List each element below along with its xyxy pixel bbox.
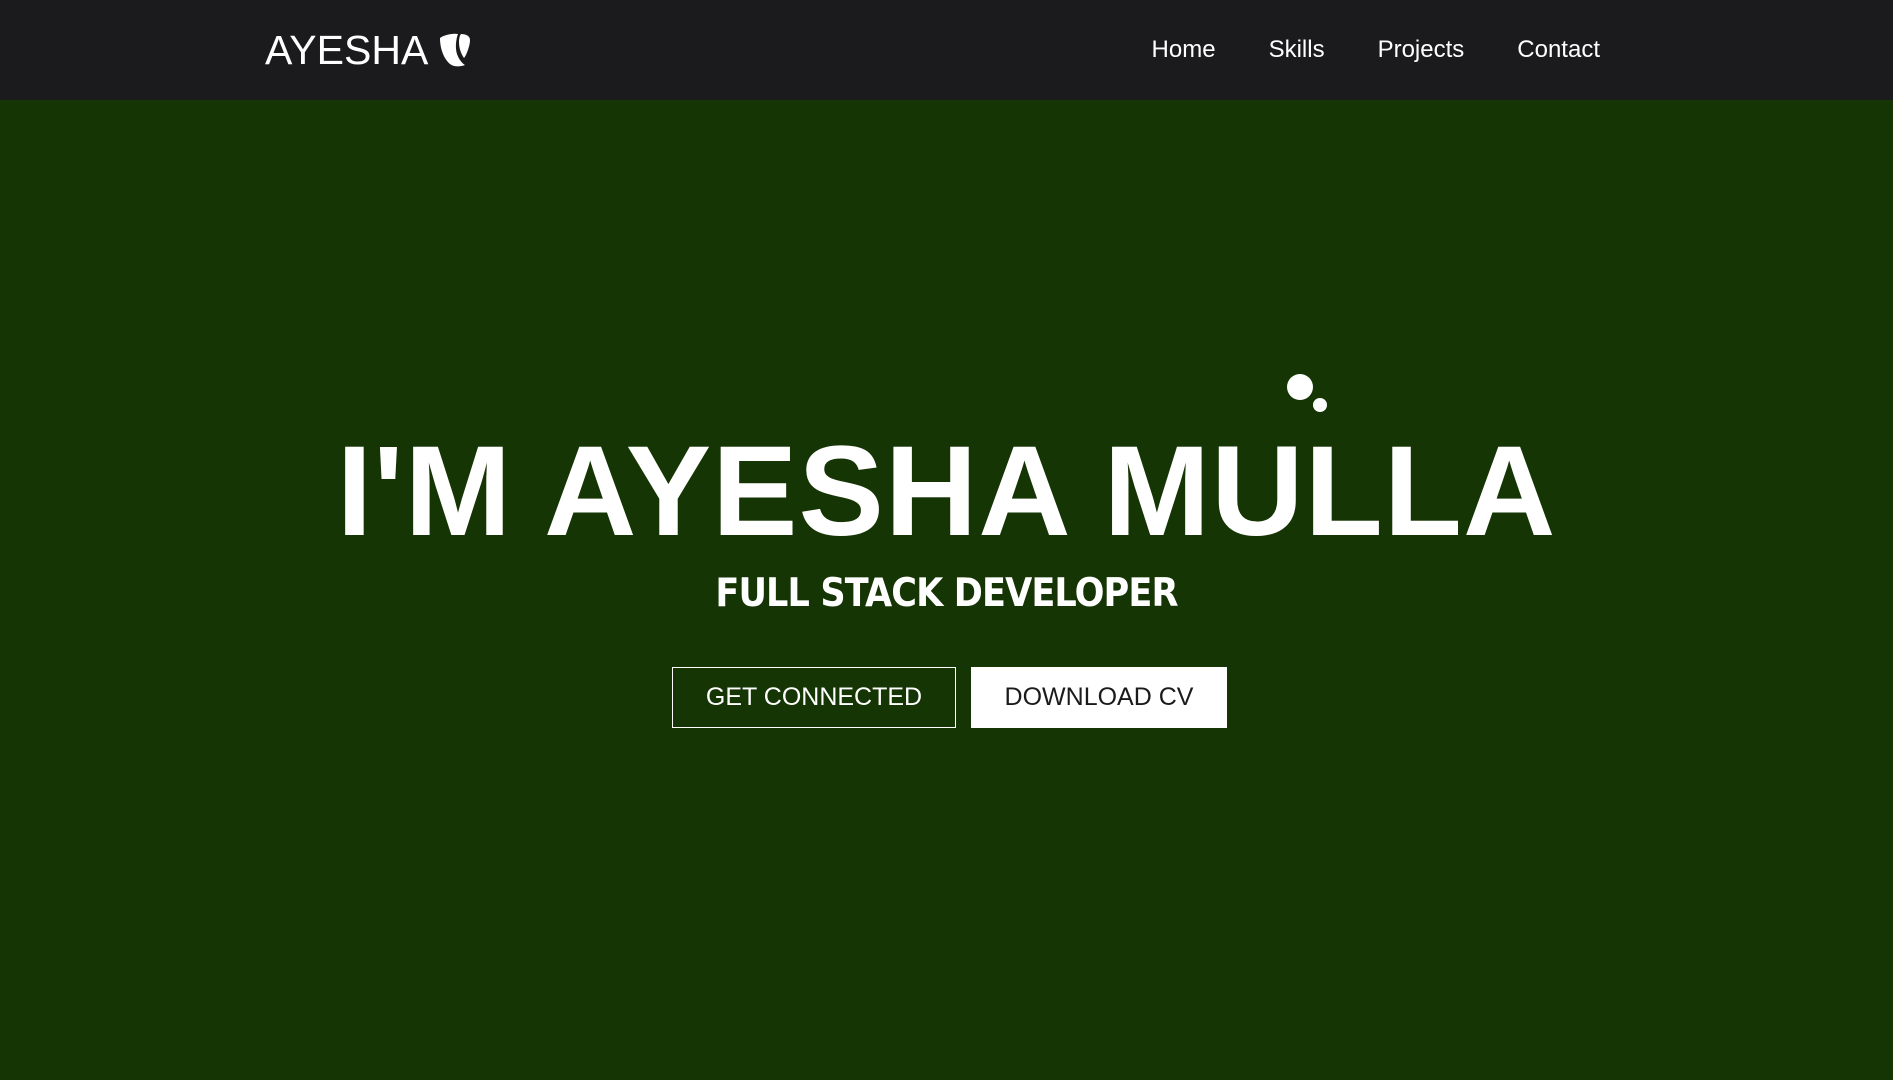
nav-link-home[interactable]: Home [1152, 38, 1216, 62]
download-cv-button[interactable]: DOWNLOAD CV [971, 667, 1227, 728]
nav-link-projects[interactable]: Projects [1378, 38, 1465, 62]
brand-logo-link[interactable]: AYESHA [265, 24, 472, 76]
typo3-logo-icon [438, 32, 472, 68]
decorative-dot-small [1313, 398, 1327, 412]
hero-subtitle: FULL STACK DEVELOPER [715, 571, 1178, 616]
brand-name: AYESHA [265, 26, 429, 73]
nav-menu: Home Skills Projects Contact [1099, 30, 1600, 70]
decorative-dot-large [1287, 374, 1313, 400]
get-connected-button[interactable]: GET CONNECTED [672, 667, 956, 728]
hero-title: I'M AYESHA MULLA [336, 420, 1557, 563]
navbar: AYESHA Home Skills Projects Contact [0, 0, 1893, 100]
nav-link-skills[interactable]: Skills [1269, 38, 1325, 62]
nav-link-contact[interactable]: Contact [1517, 38, 1600, 62]
